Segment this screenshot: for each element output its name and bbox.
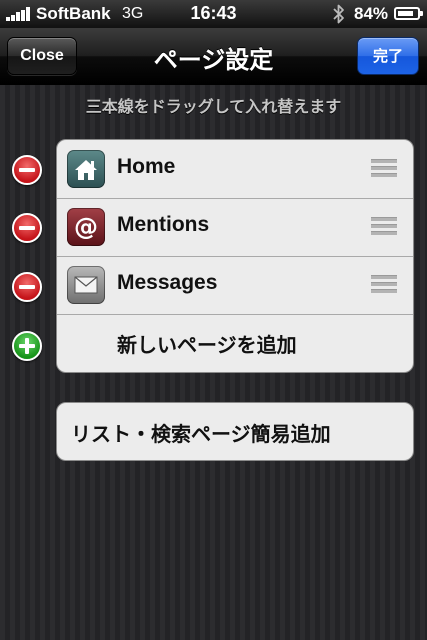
page-row-messages[interactable]: Messages [57, 256, 413, 315]
battery-icon [394, 7, 423, 20]
svg-text:@: @ [74, 213, 98, 241]
envelope-icon [67, 266, 105, 304]
page-row-label: Home [117, 155, 176, 178]
remove-home-button[interactable] [12, 155, 42, 185]
add-page-row[interactable]: 新しいページを追加 [57, 315, 413, 372]
reorder-grip-icon[interactable] [371, 275, 397, 295]
page-row-label: Mentions [117, 213, 210, 236]
add-page-plus-button[interactable] [12, 331, 42, 361]
reorder-grip-icon[interactable] [371, 217, 397, 237]
status-bar: SoftBank 3G 16:43 84% [0, 0, 427, 28]
reorder-grip-icon[interactable] [371, 159, 397, 179]
reorder-hint: 三本線をドラッグして入れ替えます [85, 97, 342, 116]
done-button[interactable]: 完了 [357, 37, 419, 75]
bluetooth-icon [333, 4, 344, 24]
page-row-mentions[interactable]: @ Mentions [57, 198, 413, 257]
add-page-label: 新しいページを追加 [117, 333, 297, 357]
navigation-bar: Close ページ設定 完了 [0, 28, 427, 85]
remove-messages-button[interactable] [12, 272, 42, 302]
page-row-home[interactable]: Home [57, 140, 413, 199]
battery-percent: 84% [354, 4, 389, 23]
page-row-label: Messages [117, 271, 218, 294]
list-search-quick-add-label: リスト・検索ページ簡易追加 [71, 422, 331, 446]
at-sign-icon: @ [67, 208, 105, 246]
remove-mentions-button[interactable] [12, 213, 42, 243]
pages-list: Home @ Mentions Messages 新しいページを追加 [56, 139, 414, 373]
list-search-quick-add-button[interactable]: リスト・検索ページ簡易追加 [56, 402, 414, 461]
home-icon [67, 150, 105, 188]
